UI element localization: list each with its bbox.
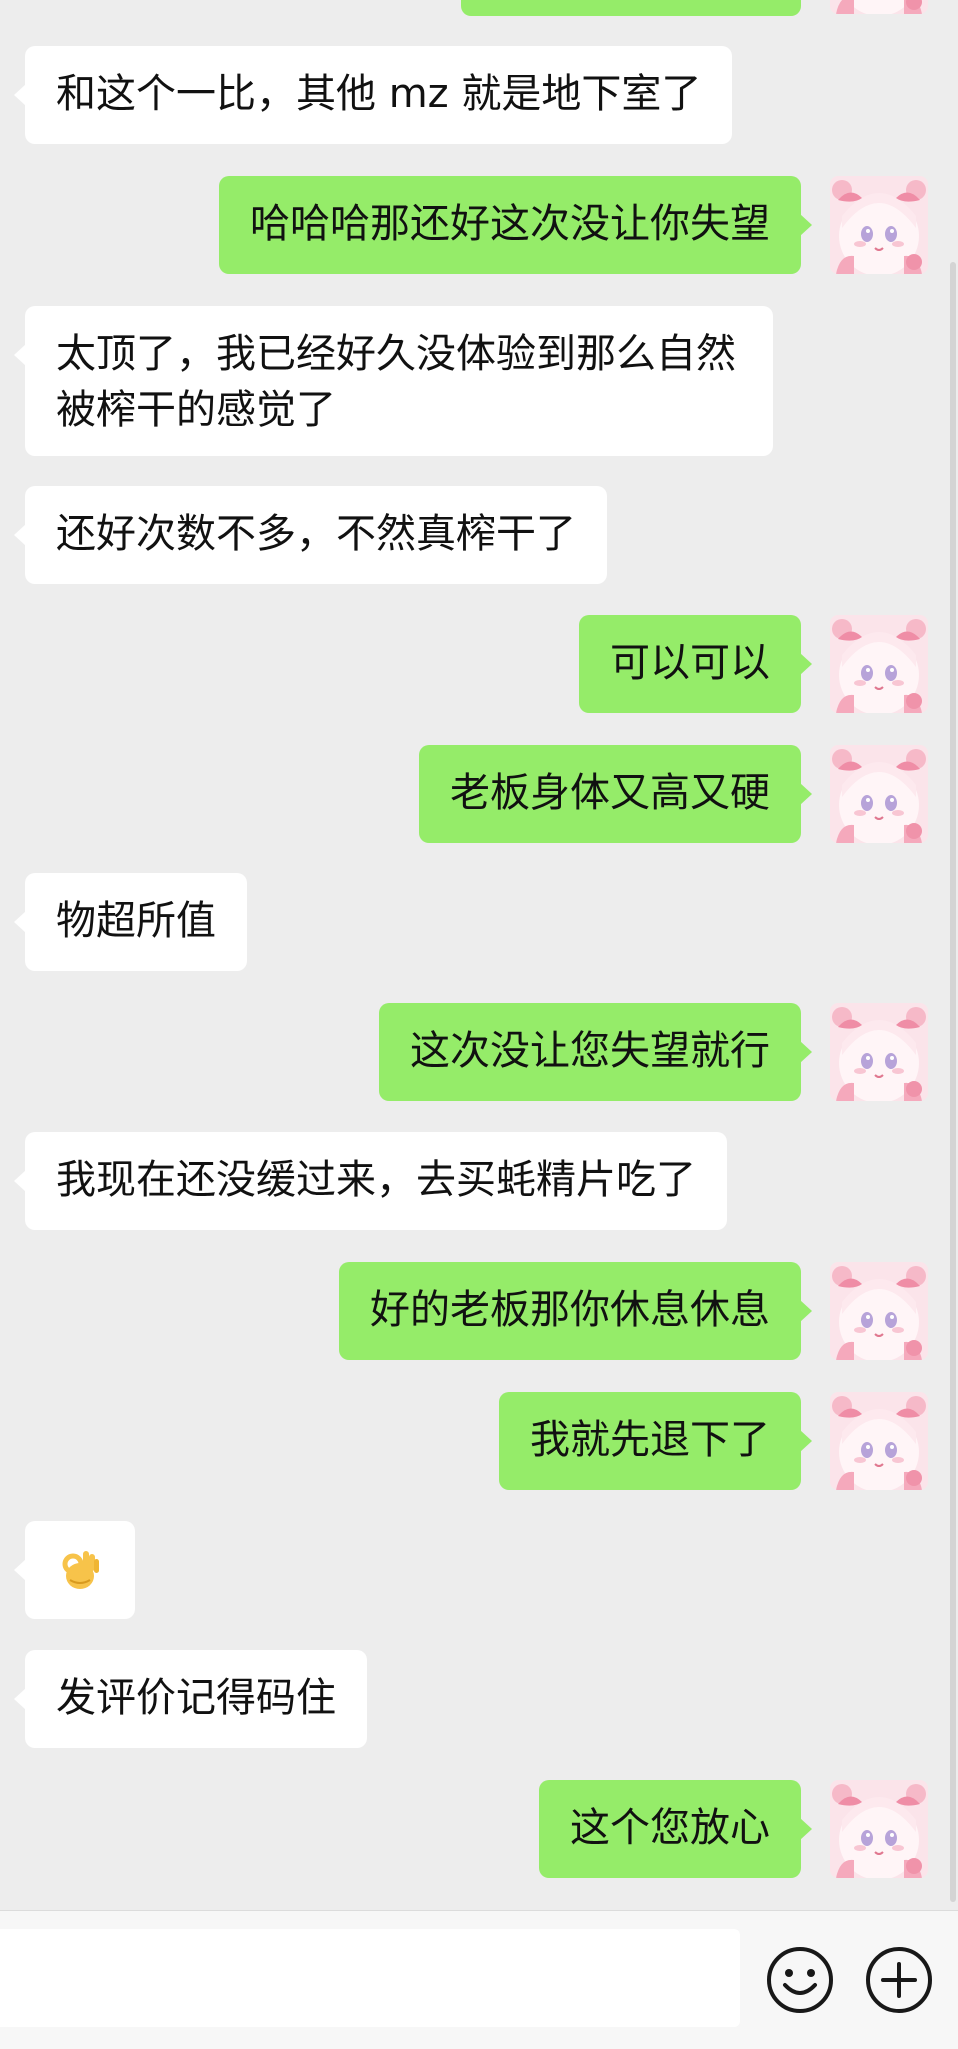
- user-avatar[interactable]: [830, 615, 928, 713]
- user-avatar[interactable]: [830, 1003, 928, 1101]
- message-bubble-received[interactable]: 还好次数不多，不然真榨干了: [14, 486, 607, 584]
- user-avatar[interactable]: [830, 1262, 928, 1360]
- message-bubble-sent[interactable]: 这次没让您失望就行: [379, 1003, 812, 1101]
- message-bubble-sent[interactable]: 好的老板那你休息休息: [339, 1262, 812, 1360]
- message-bubble-sent[interactable]: 老板身体又高又硬: [419, 745, 812, 843]
- message-bubble-sent[interactable]: 我就先退下了: [499, 1392, 812, 1490]
- message-input[interactable]: [0, 1929, 740, 2027]
- scrollbar[interactable]: [950, 262, 956, 1902]
- message-bubble-sent[interactable]: 这个您放心: [539, 1780, 812, 1878]
- message-bubble-received[interactable]: 和这个一比，其他 mz 就是地下室了: [13, 46, 733, 144]
- user-avatar[interactable]: [830, 1392, 928, 1490]
- user-avatar[interactable]: [830, 1780, 928, 1878]
- ok-hand-emoji: [62, 1551, 99, 1589]
- partial-message-bubble: [461, 0, 801, 16]
- message-bubble-received[interactable]: 物超所值: [14, 873, 247, 971]
- emoji-icon[interactable]: [765, 1945, 835, 2015]
- user-avatar[interactable]: [830, 745, 928, 843]
- partial-avatar: [830, 0, 928, 14]
- message-bubble-received[interactable]: 我现在还没缓过来，去买蚝精片吃了: [14, 1132, 727, 1230]
- chat-area[interactable]: 和这个一比，其他 mz 就是地下室了 哈哈哈那还好这次没让你失望 太顶了，我已经…: [0, 0, 958, 1910]
- message-bubble-sent[interactable]: 可以可以: [579, 615, 812, 713]
- user-avatar[interactable]: [830, 176, 928, 274]
- plus-icon[interactable]: [864, 1945, 934, 2015]
- input-bar: [0, 1910, 958, 2049]
- message-bubble-emoji[interactable]: [14, 1521, 135, 1619]
- message-bubble-sent[interactable]: 哈哈哈那还好这次没让你失望: [219, 176, 812, 274]
- message-bubble-received[interactable]: 太顶了，我已经好久没体验到那么自然被榨干的感觉了: [14, 306, 773, 456]
- message-bubble-received[interactable]: 发评价记得码住: [14, 1650, 367, 1748]
